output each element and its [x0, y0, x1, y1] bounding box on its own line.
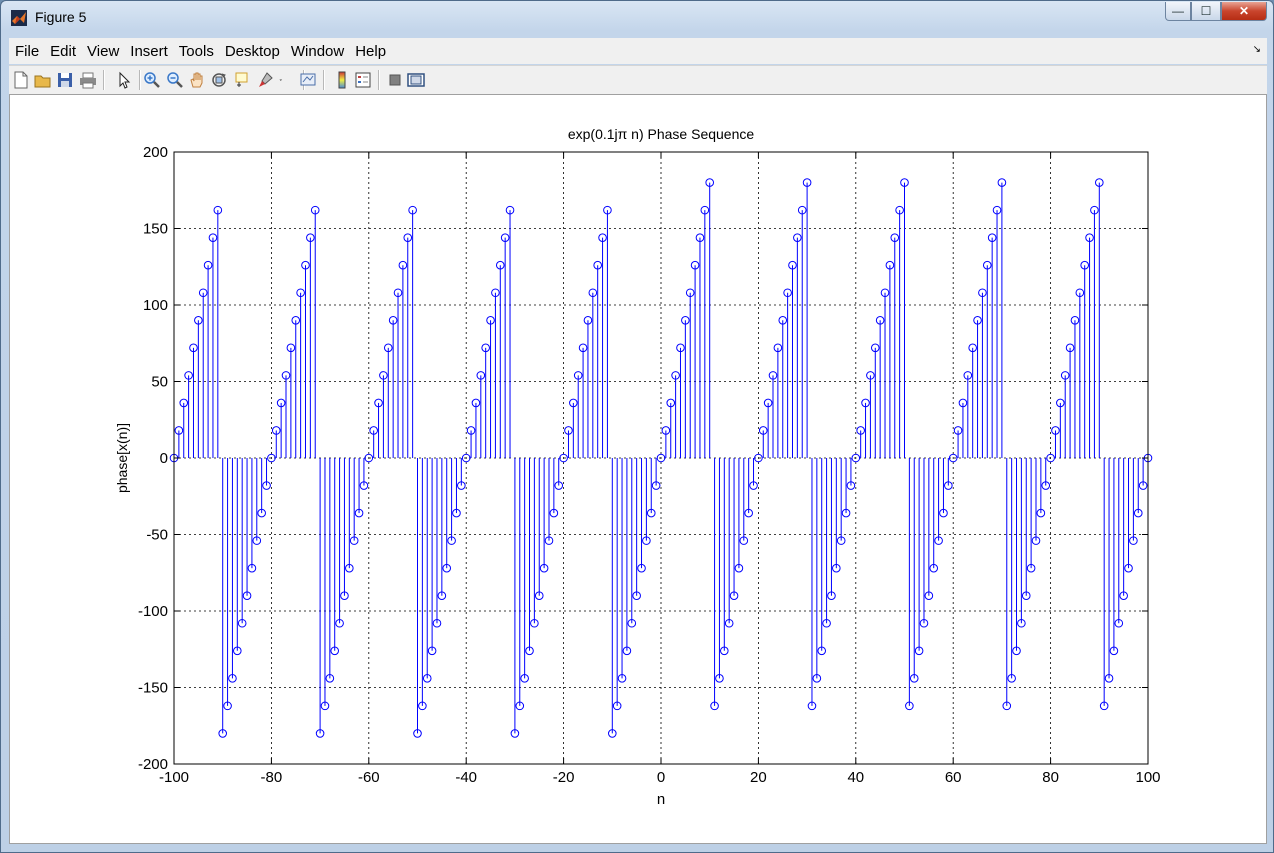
toolbar-separator	[378, 70, 380, 90]
edit-plot-arrow-icon[interactable]	[115, 71, 133, 89]
menu-bar: File Edit View Insert Tools Desktop Wind…	[9, 38, 1267, 64]
colorbar-icon[interactable]	[333, 71, 351, 89]
window-title: Figure 5	[35, 9, 87, 25]
x-tick-label: -60	[358, 769, 380, 786]
brush-icon[interactable]	[257, 71, 275, 89]
toolbar-separator	[103, 70, 105, 90]
zoom-out-icon[interactable]	[166, 71, 184, 89]
zoom-in-icon[interactable]	[143, 71, 161, 89]
hide-plot-tools-icon[interactable]	[386, 71, 404, 89]
y-tick-label: 100	[143, 297, 168, 314]
y-axis-label: phase[x(n)]	[114, 423, 130, 493]
menu-help[interactable]: Help	[349, 43, 391, 60]
menu-window[interactable]: Window	[285, 43, 349, 60]
legend-icon[interactable]	[354, 71, 372, 89]
y-tick-label: -150	[138, 680, 168, 697]
x-tick-label: 60	[945, 769, 962, 786]
x-tick-label: -20	[553, 769, 575, 786]
x-axis-label: n	[657, 791, 665, 808]
toolbar-separator	[139, 70, 141, 90]
toolbar-separator	[323, 70, 325, 90]
stem-plot[interactable]: -100 -80 -60 -40 -20 0 20 40 60 80 100200150100500…	[10, 95, 1266, 843]
menu-tools[interactable]: Tools	[173, 43, 219, 60]
open-file-icon[interactable]	[34, 71, 52, 89]
y-tick-label: -100	[138, 603, 168, 620]
print-icon[interactable]	[79, 71, 97, 89]
y-tick-label: 0	[160, 450, 168, 467]
close-button[interactable]: ✕	[1221, 2, 1267, 21]
new-figure-icon[interactable]	[12, 71, 30, 89]
menu-edit[interactable]: Edit	[44, 43, 81, 60]
menu-file[interactable]: File	[9, 43, 44, 60]
save-icon[interactable]	[56, 71, 74, 89]
brush-dropdown-icon[interactable]	[279, 71, 287, 89]
menu-desktop[interactable]: Desktop	[219, 43, 285, 60]
dock-arrow-icon[interactable]: ↘	[1253, 44, 1261, 55]
x-tick-label: 80	[1042, 769, 1059, 786]
y-tick-label: 150	[143, 221, 168, 238]
x-tick-label: 0	[657, 769, 665, 786]
rotate-3d-icon[interactable]	[210, 71, 228, 89]
figure-canvas[interactable]: -100 -80 -60 -40 -20 0 20 40 60 80 100 200 150 100 50 0…	[9, 94, 1267, 844]
x-tick-label: 40	[847, 769, 864, 786]
link-plot-icon[interactable]	[299, 71, 317, 89]
data-cursor-icon[interactable]	[234, 71, 252, 89]
pan-hand-icon[interactable]	[188, 71, 206, 89]
matlab-logo-icon	[11, 10, 27, 26]
menu-view[interactable]: View	[81, 43, 124, 60]
x-tick-label: 20	[750, 769, 767, 786]
minimize-button[interactable]: —	[1165, 2, 1191, 21]
show-plot-tools-icon[interactable]	[407, 71, 425, 89]
x-tick-label: -80	[261, 769, 283, 786]
y-tick-label: -200	[138, 756, 168, 773]
y-tick-label: -50	[146, 527, 168, 544]
maximize-button[interactable]: ☐	[1191, 2, 1221, 21]
chart-title: exp(0.1jπ n) Phase Sequence	[568, 126, 755, 142]
y-tick-label: 50	[151, 374, 168, 391]
x-tick-label: 100	[1135, 769, 1160, 786]
figure-toolbar	[9, 65, 1267, 95]
x-tick-label: -40	[455, 769, 477, 786]
title-bar[interactable]: Figure 5 — ☐ ✕	[1, 1, 1273, 35]
menu-insert[interactable]: Insert	[124, 43, 173, 60]
y-tick-label: 200	[143, 144, 168, 161]
figure-window: Figure 5 — ☐ ✕ File Edit View Insert Too…	[0, 0, 1274, 853]
